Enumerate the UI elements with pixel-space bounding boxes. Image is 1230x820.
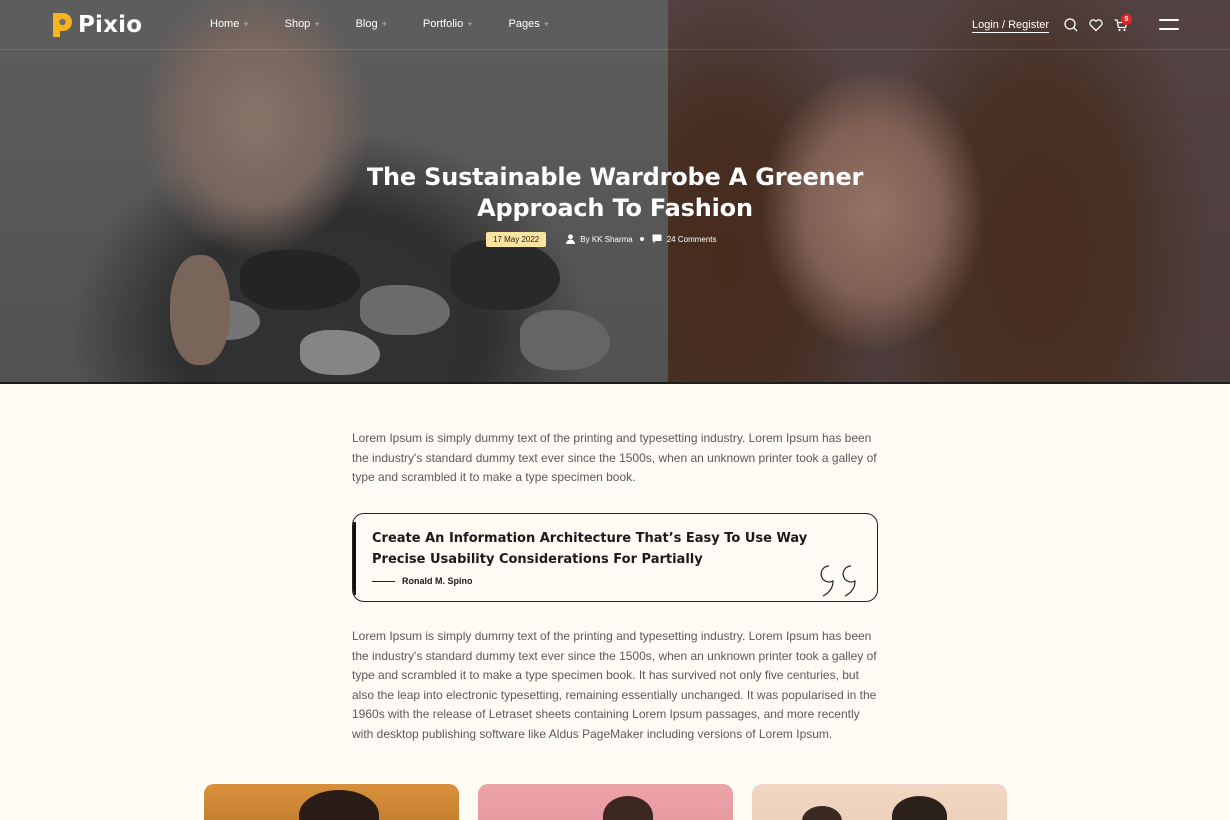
post-author[interactable]: By KK Sharma (566, 234, 633, 244)
nav-label: Pages (508, 18, 540, 30)
user-icon (566, 234, 576, 244)
blockquote: Create An Information Architecture That’… (352, 513, 878, 602)
post-comments[interactable]: 24 Comments (652, 234, 717, 244)
intro-paragraph: Lorem Ipsum is simply dummy text of the … (352, 431, 877, 485)
gallery-image-2[interactable] (478, 784, 733, 820)
post-comments-count: 24 Comments (666, 234, 717, 244)
plus-icon: + (314, 19, 320, 29)
quote-text: Create An Information Architecture That’… (372, 531, 808, 567)
plus-icon: + (243, 19, 249, 29)
nav-item-pages[interactable]: Pages + (509, 18, 549, 30)
nav-item-blog[interactable]: Blog + (356, 18, 387, 30)
brand-name: Pixio (78, 12, 143, 38)
cart-count-badge: 5 (1121, 14, 1132, 25)
separator-dot (639, 237, 644, 241)
gallery-image-1[interactable] (204, 784, 459, 820)
menu-icon[interactable] (1159, 19, 1179, 31)
post-date: 17 May 2022 (486, 231, 547, 247)
site-header: Pixio Home + Shop + Blog + Portfolio + Pages… (0, 0, 1230, 50)
logo-icon (51, 12, 73, 38)
nav-item-shop[interactable]: Shop + (285, 18, 320, 30)
comment-icon (652, 234, 662, 244)
plus-icon: + (467, 19, 473, 29)
plus-icon: + (543, 19, 549, 29)
post-author-name: By KK Sharma (580, 234, 633, 244)
plus-icon: + (381, 19, 387, 29)
search-icon[interactable] (1063, 17, 1079, 33)
body-paragraph: Lorem Ipsum is simply dummy text of the … (352, 629, 877, 741)
post-title: The Sustainable Wardrobe A Greener Appro… (366, 163, 864, 222)
post-meta: 17 May 2022 By KK Sharma 24 Comments (486, 231, 717, 247)
quote-accent-bar (353, 522, 356, 595)
nav-label: Portfolio (422, 18, 464, 30)
nav-item-home[interactable]: Home + (210, 18, 249, 30)
nav-label: Blog (355, 18, 378, 30)
gallery-image-3[interactable] (752, 784, 1007, 820)
quote-author: Ronald M. Spino (372, 576, 473, 586)
login-register-link[interactable]: Login / Register (972, 19, 1050, 33)
main-nav: Home + Shop + Blog + Portfolio + Pages + (210, 18, 585, 30)
nav-item-portfolio[interactable]: Portfolio + (423, 18, 473, 30)
quote-author-name: Ronald M. Spino (402, 576, 473, 586)
brand-logo[interactable]: Pixio (51, 11, 142, 39)
nav-label: Shop (284, 18, 311, 30)
nav-label: Home (210, 18, 240, 30)
quote-mark-icon (819, 564, 865, 598)
heart-icon[interactable] (1088, 17, 1104, 33)
